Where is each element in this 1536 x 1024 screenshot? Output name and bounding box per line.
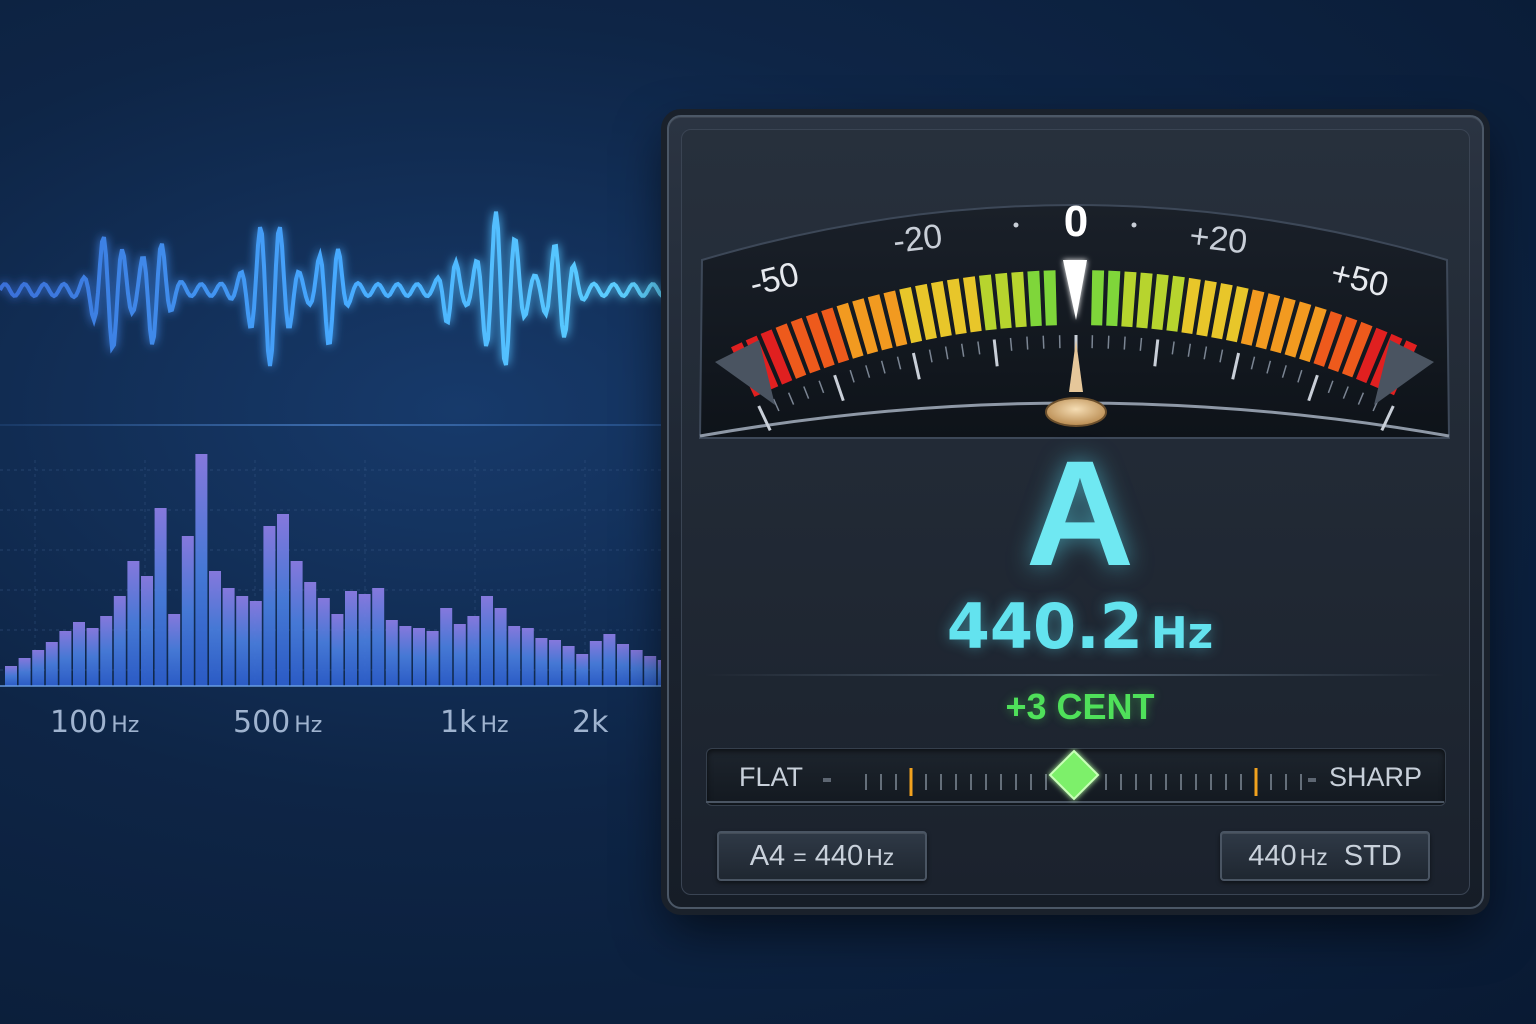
spectrum-bar (413, 628, 425, 686)
spectrum-bar (290, 561, 303, 686)
spectrum-bar (222, 588, 235, 686)
waveform-display (0, 211, 665, 367)
spectrum-bar (181, 536, 194, 686)
spectrum-bar (426, 631, 439, 686)
spectrum-bar (100, 616, 113, 686)
reference-pitch-button[interactable]: A4 = 440 Hz (717, 831, 927, 881)
readout-separator (705, 674, 1445, 676)
spectrum-bar (657, 660, 665, 686)
spectrum-bar (209, 571, 221, 686)
spectrum-bar (372, 588, 385, 686)
spectrum-bar (521, 628, 534, 686)
spectrum-bar (304, 582, 317, 686)
spectrum-bar (154, 508, 167, 686)
spectrum-label-500hz: 500 Hz (233, 705, 323, 740)
waveform-line (0, 211, 665, 367)
spectrum-bar (467, 616, 480, 686)
spectrum-bar (399, 626, 412, 686)
spectrum-bar (45, 642, 58, 686)
spectrum-bar (440, 608, 453, 686)
spectrum-bar (508, 626, 521, 686)
spectrum-bar (263, 526, 276, 686)
standard-pitch-button[interactable]: 440 Hz STD (1220, 831, 1430, 881)
spectrum-bar (535, 638, 548, 686)
tuning-indicator-diamond (1048, 749, 1100, 801)
spectrum-bar (494, 608, 507, 686)
spectrum-bar (141, 576, 153, 686)
spectrum-label-100hz: 100 Hz (50, 705, 140, 740)
spectrum-bar (73, 622, 85, 686)
spectrum-bar (617, 644, 629, 686)
sharp-label: SHARP (1329, 762, 1423, 792)
spectrum-bar (549, 640, 561, 686)
detected-note: A (1025, 429, 1135, 597)
spectrum-bar (236, 596, 249, 686)
spectrum-bar (32, 650, 45, 686)
spectrum-bar (481, 596, 493, 686)
needle-pivot (1045, 397, 1107, 427)
spectrum-bar (5, 666, 17, 686)
scale-label-zero: 0 (1064, 197, 1088, 246)
spectrum-bar (453, 624, 466, 686)
spectrum-bar (317, 598, 330, 686)
spectrum-bar (576, 654, 589, 686)
spectrum-bar (18, 658, 31, 686)
spectrum-bar (331, 614, 344, 686)
spectrum-bar (644, 656, 657, 686)
cents-deviation: +3 CENT (1005, 686, 1155, 727)
spectrum-bar (113, 596, 126, 686)
spectrum-bar (358, 594, 371, 686)
spectrum-bar (630, 650, 643, 686)
scale-label-minus-20: -20 (891, 217, 944, 261)
spectrum-bar (59, 631, 72, 686)
detected-frequency: 440.2 Hz (946, 590, 1214, 663)
spectrum-bar (385, 620, 398, 686)
spectrum-bar (277, 514, 289, 686)
spectrum-label-1khz: 1k Hz (440, 705, 509, 740)
spectrum-bar (86, 628, 99, 686)
cents-meter: -50 -20 0 +20 +50 (698, 197, 1451, 439)
panel-divider (0, 424, 665, 426)
spectrum-bar (127, 561, 140, 686)
spectrum-bar (589, 641, 602, 686)
flat-label: FLAT (739, 762, 804, 792)
spectrum-bar (603, 634, 616, 686)
spectrum-bar (168, 614, 181, 686)
spectrum-label-2k: 2k (572, 705, 609, 740)
scale-label-plus-20: +20 (1187, 217, 1249, 262)
spectrum-bar (249, 601, 262, 686)
spectrum-bar (562, 646, 575, 686)
spectrum-bar (345, 591, 357, 686)
spectrum-bar (195, 454, 208, 686)
